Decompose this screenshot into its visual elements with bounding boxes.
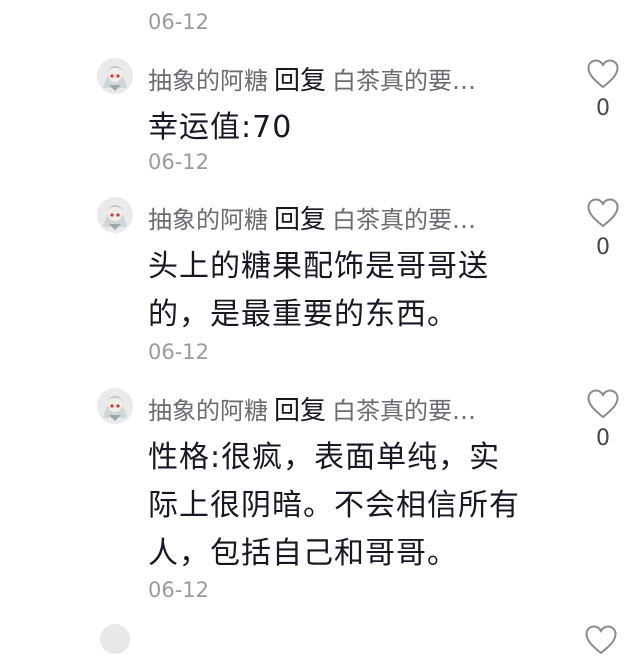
comment-date: 06-12 — [148, 340, 210, 364]
avatar[interactable] — [100, 624, 130, 654]
reply-label: 回复 — [274, 396, 327, 426]
reply-target-name[interactable]: 白茶真的要… — [332, 206, 476, 234]
avatar-image — [97, 388, 133, 424]
reply-header: 抽象的阿糖 回复 白茶真的要… — [148, 394, 528, 428]
author-name[interactable]: 抽象的阿糖 — [148, 206, 268, 234]
avatar[interactable] — [97, 58, 133, 94]
author-name[interactable]: 抽象的阿糖 — [148, 67, 268, 95]
heart-outline-icon — [587, 389, 619, 419]
heart-outline-icon — [587, 198, 619, 228]
comment-date: 06-12 — [148, 578, 210, 602]
comment-text: 头上的糖果配饰是哥哥送的，是最重要的东西。 — [148, 249, 489, 332]
avatar-image — [97, 58, 133, 94]
reply-target-name[interactable]: 白茶真的要… — [332, 67, 476, 95]
avatar-image — [97, 197, 133, 233]
author-name[interactable]: 抽象的阿糖 — [148, 397, 268, 425]
heart-outline-icon — [585, 625, 617, 655]
heart-outline-icon — [587, 59, 619, 89]
comment-date: 06-12 — [148, 150, 210, 174]
comment-date: 06-12 — [148, 10, 210, 34]
like-count: 0 — [596, 235, 610, 260]
reply-header: 抽象的阿糖 回复 白茶真的要… — [148, 203, 528, 237]
like-button[interactable]: 0 — [582, 58, 624, 124]
like-button[interactable] — [584, 624, 618, 660]
like-button[interactable]: 0 — [582, 388, 624, 454]
reply-label: 回复 — [274, 205, 327, 235]
avatar[interactable] — [97, 197, 133, 233]
comment-text: 幸运值:70 — [148, 110, 293, 145]
reply-target-name[interactable]: 白茶真的要… — [332, 397, 476, 425]
reply-header: 抽象的阿糖 回复 白茶真的要… — [148, 64, 528, 98]
like-count: 0 — [596, 96, 610, 121]
avatar[interactable] — [97, 388, 133, 424]
comment-text: 性格:很疯，表面单纯，实际上很阴暗。不会相信所有人，包括自己和哥哥。 — [148, 440, 520, 571]
like-count: 0 — [596, 426, 610, 451]
like-button[interactable]: 0 — [582, 197, 624, 263]
reply-label: 回复 — [274, 66, 327, 96]
